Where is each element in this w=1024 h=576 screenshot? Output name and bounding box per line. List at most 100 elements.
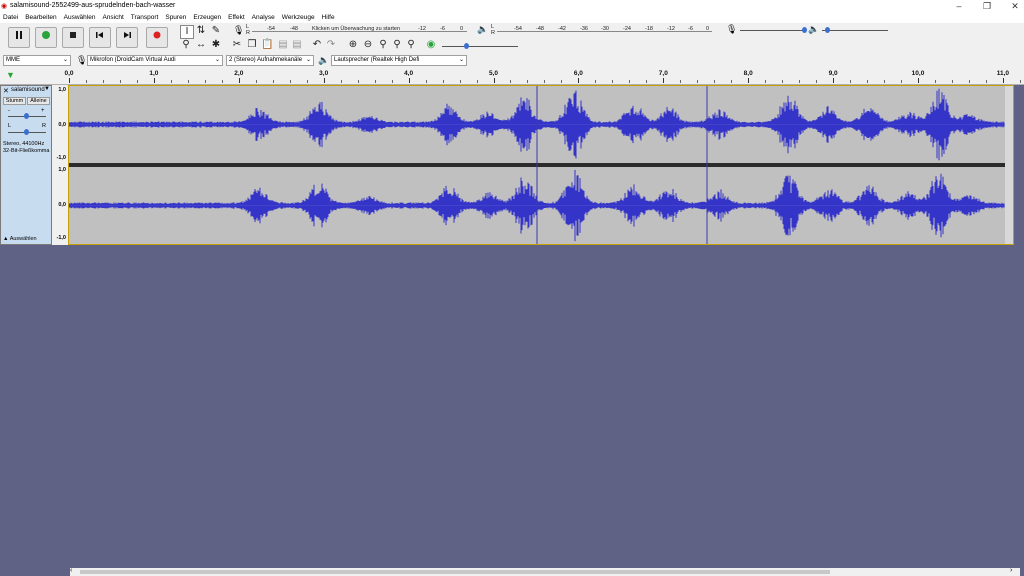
timeline-tick	[833, 78, 835, 83]
menu-analyze[interactable]: Analyse	[252, 12, 275, 23]
record-button[interactable]	[146, 27, 168, 48]
timeline-minor-tick	[968, 80, 970, 83]
pan-slider-thumb[interactable]	[24, 129, 29, 135]
zoom-in-button[interactable]: ⊕	[347, 39, 359, 51]
menu-transport[interactable]: Transport	[131, 12, 159, 23]
timeline-tick	[408, 78, 410, 83]
close-track-icon[interactable]: ✕	[3, 87, 9, 95]
audio-host-select[interactable]: MME ⌄	[3, 55, 71, 66]
silence-button[interactable]: ▤	[291, 39, 303, 51]
maximize-button[interactable]: ❐	[972, 0, 1002, 12]
redo-button[interactable]: ↷	[325, 39, 337, 51]
undo-button[interactable]: ↶	[311, 39, 323, 51]
record-volume-thumb[interactable]	[802, 27, 807, 33]
timeline-ruler[interactable]: ▼ 0,0 1,0 2,0 3,0 4,0 5,0 6,0 7,0 8,0 9,0 10,0 11,0	[0, 68, 1024, 85]
play-at-speed-button[interactable]: ◉	[425, 39, 437, 51]
menu-generate[interactable]: Erzeugen	[193, 12, 221, 23]
stop-button[interactable]	[62, 27, 84, 48]
recording-device-value: Mikrofon (DroidCam Virtual Audi	[90, 57, 176, 63]
timeline-minor-tick	[680, 80, 682, 83]
fit-selection-button[interactable]: ⚲	[377, 39, 389, 51]
ruler-label: -1,0	[56, 155, 66, 161]
mute-button[interactable]: Stumm	[3, 97, 26, 105]
timeline-minor-tick	[867, 80, 869, 83]
zoom-out-icon: ⊖	[363, 39, 373, 50]
window-title: salamisound-2552499-aus-sprudelnden-bach…	[10, 2, 176, 9]
timeline-label: 8,0	[743, 70, 753, 77]
microphone-icon[interactable]: 🎙	[233, 25, 244, 36]
timeline-minor-tick	[595, 80, 597, 83]
recording-device-select[interactable]: Mikrofon (DroidCam Virtual Audi ⌄	[87, 55, 223, 66]
fit-project-button[interactable]: ⚲	[391, 39, 403, 51]
rec-tick: -12	[418, 26, 426, 32]
title-bar: ◉ salamisound-2552499-aus-sprudelnden-ba…	[0, 0, 1024, 12]
timeline-label: 6,0	[573, 70, 583, 77]
playback-volume-slider[interactable]	[822, 30, 888, 31]
track-select-button[interactable]: ▲ Auswählen	[3, 236, 37, 242]
scrollbar-thumb[interactable]	[80, 570, 830, 574]
vertical-amplitude-ruler[interactable]: 1,0 0,0 -1,0 1,0 0,0 -1,0	[52, 85, 68, 245]
channels-select[interactable]: 2 (Stereo) Aufnahmekanäle ⌄	[226, 55, 314, 66]
track-menu-arrow-icon[interactable]: ▼	[44, 86, 50, 92]
draw-tool[interactable]: ✎	[210, 25, 222, 37]
menu-bar: Datei Bearbeiten Auswählen Ansicht Transport…	[0, 12, 1024, 23]
timeline-minor-tick	[476, 80, 478, 83]
menu-help[interactable]: Hilfe	[322, 12, 335, 23]
scroll-left-icon[interactable]: ‹	[70, 567, 72, 574]
pan-left-label: L	[8, 123, 12, 129]
solo-button[interactable]: Alleine	[27, 97, 50, 105]
zoom-toggle-button[interactable]: ⚲	[405, 39, 417, 51]
speaker-icon[interactable]: 🔈	[477, 24, 488, 35]
waveform-canvas[interactable]	[69, 86, 1013, 244]
envelope-tool[interactable]: ⇅	[195, 25, 207, 37]
skip-start-button[interactable]	[89, 27, 111, 48]
multi-tool[interactable]: ✱	[210, 39, 222, 51]
waveform-area[interactable]	[68, 85, 1014, 245]
zoom-out-button[interactable]: ⊖	[362, 39, 374, 51]
timeline-minor-tick	[934, 80, 936, 83]
cut-button[interactable]: ✂	[231, 39, 243, 51]
playhead-pin-icon[interactable]: ▼	[6, 70, 15, 80]
horizontal-scrollbar[interactable]: ‹ ›	[70, 567, 1020, 576]
minimize-button[interactable]: –	[944, 0, 974, 12]
play-speed-slider[interactable]	[442, 46, 518, 47]
close-button[interactable]: ✕	[1000, 0, 1024, 12]
zoom-tool[interactable]: ⚲	[180, 39, 192, 51]
playback-device-select[interactable]: Lautsprecher (Realtek High Defi ⌄	[331, 55, 467, 66]
rec-tick: 0	[460, 26, 464, 32]
meter-r-label: R	[491, 30, 495, 36]
timeline-label: 9,0	[828, 70, 838, 77]
copy-button[interactable]: ❐	[246, 39, 258, 51]
playback-volume-thumb[interactable]	[825, 27, 830, 33]
skip-end-button[interactable]	[116, 27, 138, 48]
timeline-label: 2,0	[234, 70, 244, 77]
trim-button[interactable]: ▤	[277, 39, 289, 51]
gain-slider-thumb[interactable]	[24, 113, 29, 119]
timeline-tick	[663, 78, 665, 83]
selection-tool[interactable]: I	[180, 25, 194, 39]
timeline-minor-tick	[816, 80, 818, 83]
menu-edit[interactable]: Bearbeiten	[25, 12, 56, 23]
timeline-minor-tick	[901, 80, 903, 83]
menu-effect[interactable]: Effekt	[228, 12, 245, 23]
timeline-minor-tick	[510, 80, 512, 83]
timeline-minor-tick	[782, 80, 784, 83]
scroll-right-icon[interactable]: ›	[1010, 567, 1012, 574]
play-button[interactable]	[35, 27, 57, 48]
record-meter-hint[interactable]: Klicken um Überwachung zu starten	[312, 26, 400, 32]
menu-view[interactable]: Ansicht	[102, 12, 123, 23]
record-volume-slider[interactable]	[740, 30, 806, 31]
play-speed-thumb[interactable]	[464, 43, 469, 49]
menu-tracks[interactable]: Spuren	[165, 12, 186, 23]
track-name[interactable]: salamisound	[11, 87, 45, 93]
menu-select[interactable]: Auswählen	[64, 12, 96, 23]
paste-button[interactable]: 📋	[261, 39, 273, 51]
pause-icon	[16, 31, 22, 39]
timeline-minor-tick	[561, 80, 563, 83]
pause-button[interactable]	[8, 27, 30, 48]
menu-file[interactable]: Datei	[3, 12, 18, 23]
mic-volume-icon: 🎙	[726, 24, 738, 34]
track-control-panel[interactable]: ✕ salamisound ▼ Stumm Alleine - + L R St…	[0, 85, 52, 245]
menu-tools[interactable]: Werkzeuge	[282, 12, 315, 23]
timeshift-tool[interactable]: ↔	[195, 39, 207, 51]
